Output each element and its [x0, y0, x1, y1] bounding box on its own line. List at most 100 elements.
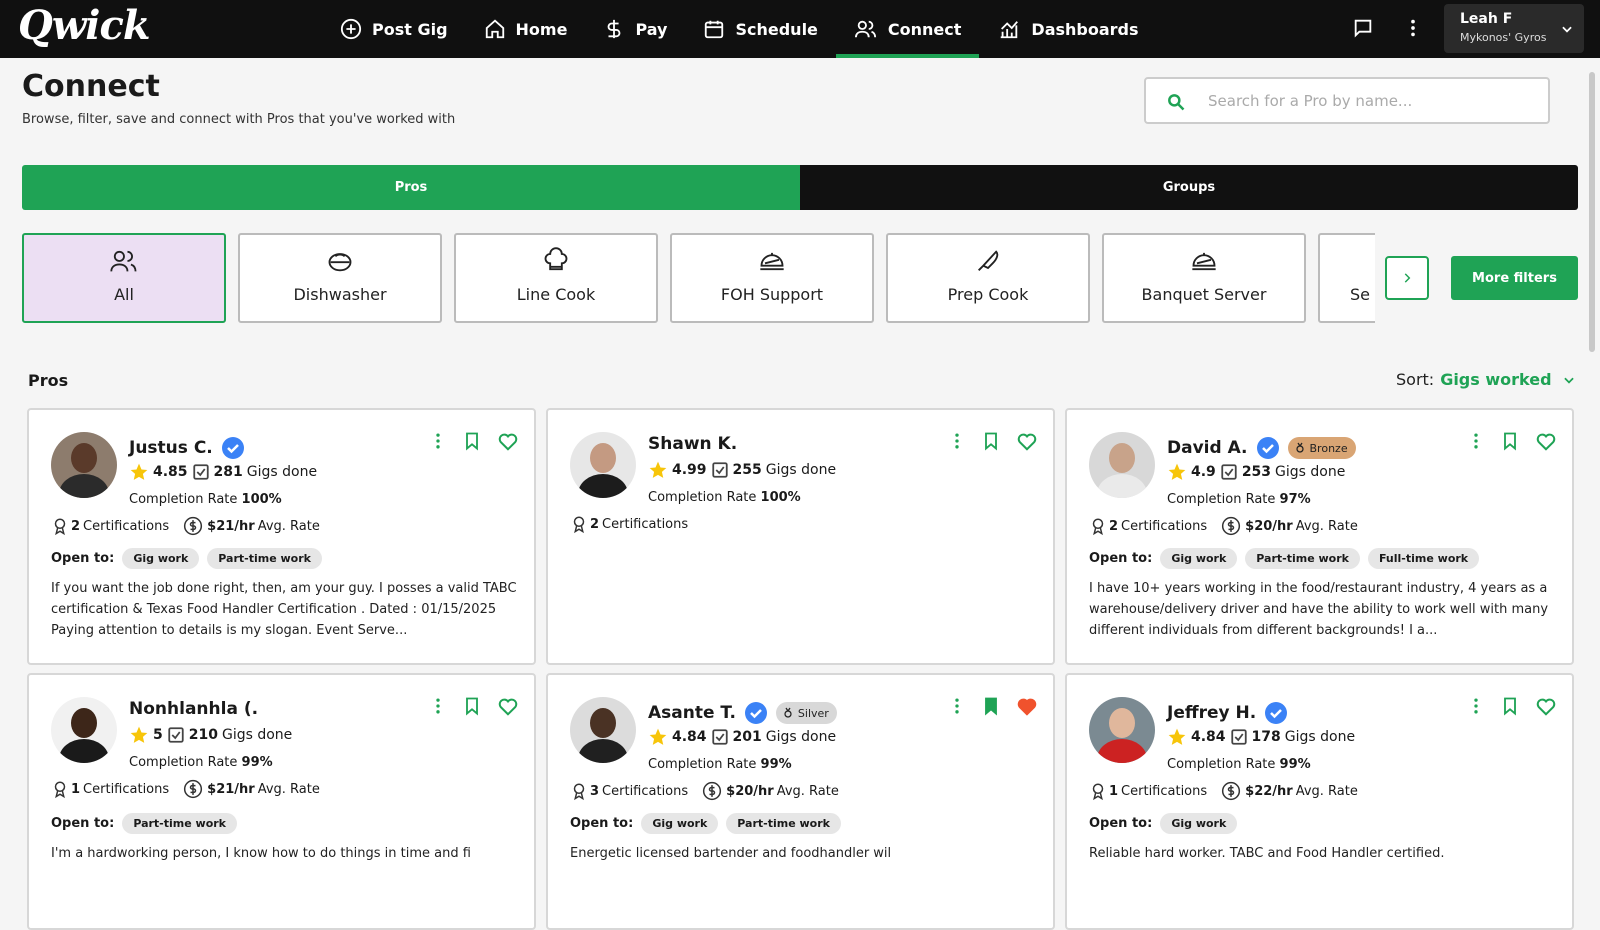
cert-count: 3: [590, 783, 600, 799]
tab-pros[interactable]: Pros: [22, 165, 800, 210]
more-filters-button[interactable]: More filters: [1451, 256, 1578, 300]
search-icon: [1168, 94, 1185, 111]
nav-post-gig[interactable]: Post Gig: [322, 0, 466, 58]
chef-hat-icon: [544, 247, 568, 271]
pro-card[interactable]: Nonhlanhla (. 5 210 Gigs done Completion Rat…: [27, 673, 536, 930]
more-vertical-icon[interactable]: [1466, 430, 1486, 452]
main-nav: Post Gig Home Pay Schedule Connect Dashb…: [322, 0, 1157, 58]
rating-value: 4.9: [1191, 464, 1216, 480]
completion-label: Completion Rate: [1167, 757, 1276, 772]
bookmark-icon[interactable]: [981, 430, 1001, 452]
pro-name[interactable]: David A.: [1167, 438, 1248, 458]
gigs-count: 201: [732, 729, 762, 745]
pro-name-row: Shawn K.: [648, 434, 737, 454]
avatar[interactable]: [51, 697, 117, 763]
nav-dashboards[interactable]: Dashboards: [979, 0, 1156, 58]
pro-card[interactable]: David A. Bronze 4.9 253 Gigs done Completion …: [1065, 408, 1574, 665]
more-vertical-icon[interactable]: [428, 430, 448, 452]
cert-label: Certifications: [1121, 783, 1208, 799]
category-prep-cook[interactable]: Prep Cook: [886, 233, 1090, 323]
open-to-row: Open to: Gig work Part-time work: [51, 548, 330, 569]
verified-badge-icon: [221, 437, 244, 459]
category-truncated[interactable]: Se: [1318, 233, 1375, 323]
category-dishwasher[interactable]: Dishwasher: [238, 233, 442, 323]
sort-dropdown[interactable]: Sort: Gigs worked: [1396, 370, 1576, 389]
gigs-label: Gigs done: [1284, 729, 1356, 745]
avatar[interactable]: [51, 432, 117, 498]
avatar[interactable]: [570, 697, 636, 763]
avatar-body: [578, 474, 628, 498]
more-vertical-icon[interactable]: [947, 430, 967, 452]
pro-name[interactable]: Justus C.: [129, 438, 213, 458]
heart-icon[interactable]: [1015, 430, 1039, 452]
chat-icon[interactable]: [1352, 17, 1374, 39]
avatar-head: [590, 443, 616, 473]
heart-icon[interactable]: [1015, 695, 1039, 717]
gigs-count: 253: [1241, 464, 1272, 480]
knife-icon: [978, 250, 999, 271]
more-vertical-icon[interactable]: [428, 695, 448, 717]
pro-card[interactable]: Jeffrey H. 4.84 178 Gigs done Completion Rat…: [1065, 673, 1574, 930]
completion-value: 99%: [241, 755, 273, 770]
chevron-right-icon: [1404, 273, 1411, 283]
more-vertical-icon[interactable]: [1466, 695, 1486, 717]
category-foh-support[interactable]: FOH Support: [670, 233, 874, 323]
pro-card[interactable]: Asante T. Silver 4.84 201 Gigs done Completio…: [546, 673, 1055, 930]
tier-badge: Bronze: [1287, 437, 1356, 459]
completion-label: Completion Rate: [648, 490, 757, 505]
bookmark-icon[interactable]: [981, 695, 1001, 717]
completion-row: Completion Rate 97%: [1167, 492, 1311, 507]
heart-icon[interactable]: [496, 695, 520, 717]
pro-name[interactable]: Nonhlanhla (.: [129, 699, 258, 719]
category-line-cook[interactable]: Line Cook: [454, 233, 658, 323]
avg-rate-label: Avg. Rate: [1295, 783, 1358, 799]
verified-badge-icon: [744, 702, 767, 724]
more-vertical-icon[interactable]: [1402, 17, 1424, 39]
heart-icon[interactable]: [496, 430, 520, 452]
account-switcher[interactable]: Leah F Mykonos' Gyros: [1444, 4, 1584, 53]
heart-icon[interactable]: [1534, 430, 1558, 452]
pro-name[interactable]: Shawn K.: [648, 434, 737, 454]
pro-name[interactable]: Asante T.: [648, 703, 736, 723]
completion-value: 99%: [760, 757, 792, 772]
bookmark-icon[interactable]: [1500, 695, 1520, 717]
more-vertical-icon[interactable]: [947, 695, 967, 717]
pros-groups-toggle: Pros Groups: [22, 165, 1578, 210]
qwick-logo[interactable]: Qwick: [18, 2, 151, 49]
open-to-label: Open to:: [1089, 551, 1153, 566]
checkbox-icon: [192, 464, 209, 480]
cert-count: 2: [71, 518, 81, 534]
gigs-count: 281: [213, 464, 243, 480]
bookmark-icon[interactable]: [1500, 430, 1520, 452]
pro-card[interactable]: Justus C. 4.85 281 Gigs done Completion Rate…: [27, 408, 536, 665]
nav-pay[interactable]: Pay: [585, 0, 685, 58]
dollar-circle-icon: [1222, 781, 1241, 801]
people-icon: [854, 20, 876, 38]
sort-value: Gigs worked: [1440, 370, 1552, 389]
search-input[interactable]: [1208, 87, 1538, 115]
category-label: Prep Cook: [947, 285, 1029, 304]
tab-groups[interactable]: Groups: [800, 165, 1578, 210]
avatar-body: [578, 739, 628, 763]
gigs-count: 210: [188, 727, 218, 743]
star-icon: [649, 461, 667, 478]
category-all[interactable]: All: [22, 233, 226, 323]
tier-badge: Silver: [775, 702, 837, 724]
page-scrollbar[interactable]: [1589, 72, 1595, 352]
pro-name[interactable]: Jeffrey H.: [1167, 703, 1256, 723]
avatar[interactable]: [1089, 432, 1155, 498]
category-banquet-server[interactable]: Banquet Server: [1102, 233, 1306, 323]
nav-home[interactable]: Home: [466, 0, 586, 58]
nav-schedule[interactable]: Schedule: [685, 0, 835, 58]
pro-card[interactable]: Shawn K. 4.99 255 Gigs done Completion Rate …: [546, 408, 1055, 665]
bookmark-icon[interactable]: [462, 695, 482, 717]
avatar[interactable]: [570, 432, 636, 498]
avatar[interactable]: [1089, 697, 1155, 763]
heart-icon[interactable]: [1534, 695, 1558, 717]
nav-connect[interactable]: Connect: [835, 0, 980, 58]
avatar-head: [71, 443, 97, 473]
categories-next-button[interactable]: [1385, 256, 1429, 300]
bookmark-icon[interactable]: [462, 430, 482, 452]
home-icon: [485, 19, 504, 39]
category-filter-row: All Dishwasher Line Cook FOH Support Pre…: [22, 233, 1375, 323]
